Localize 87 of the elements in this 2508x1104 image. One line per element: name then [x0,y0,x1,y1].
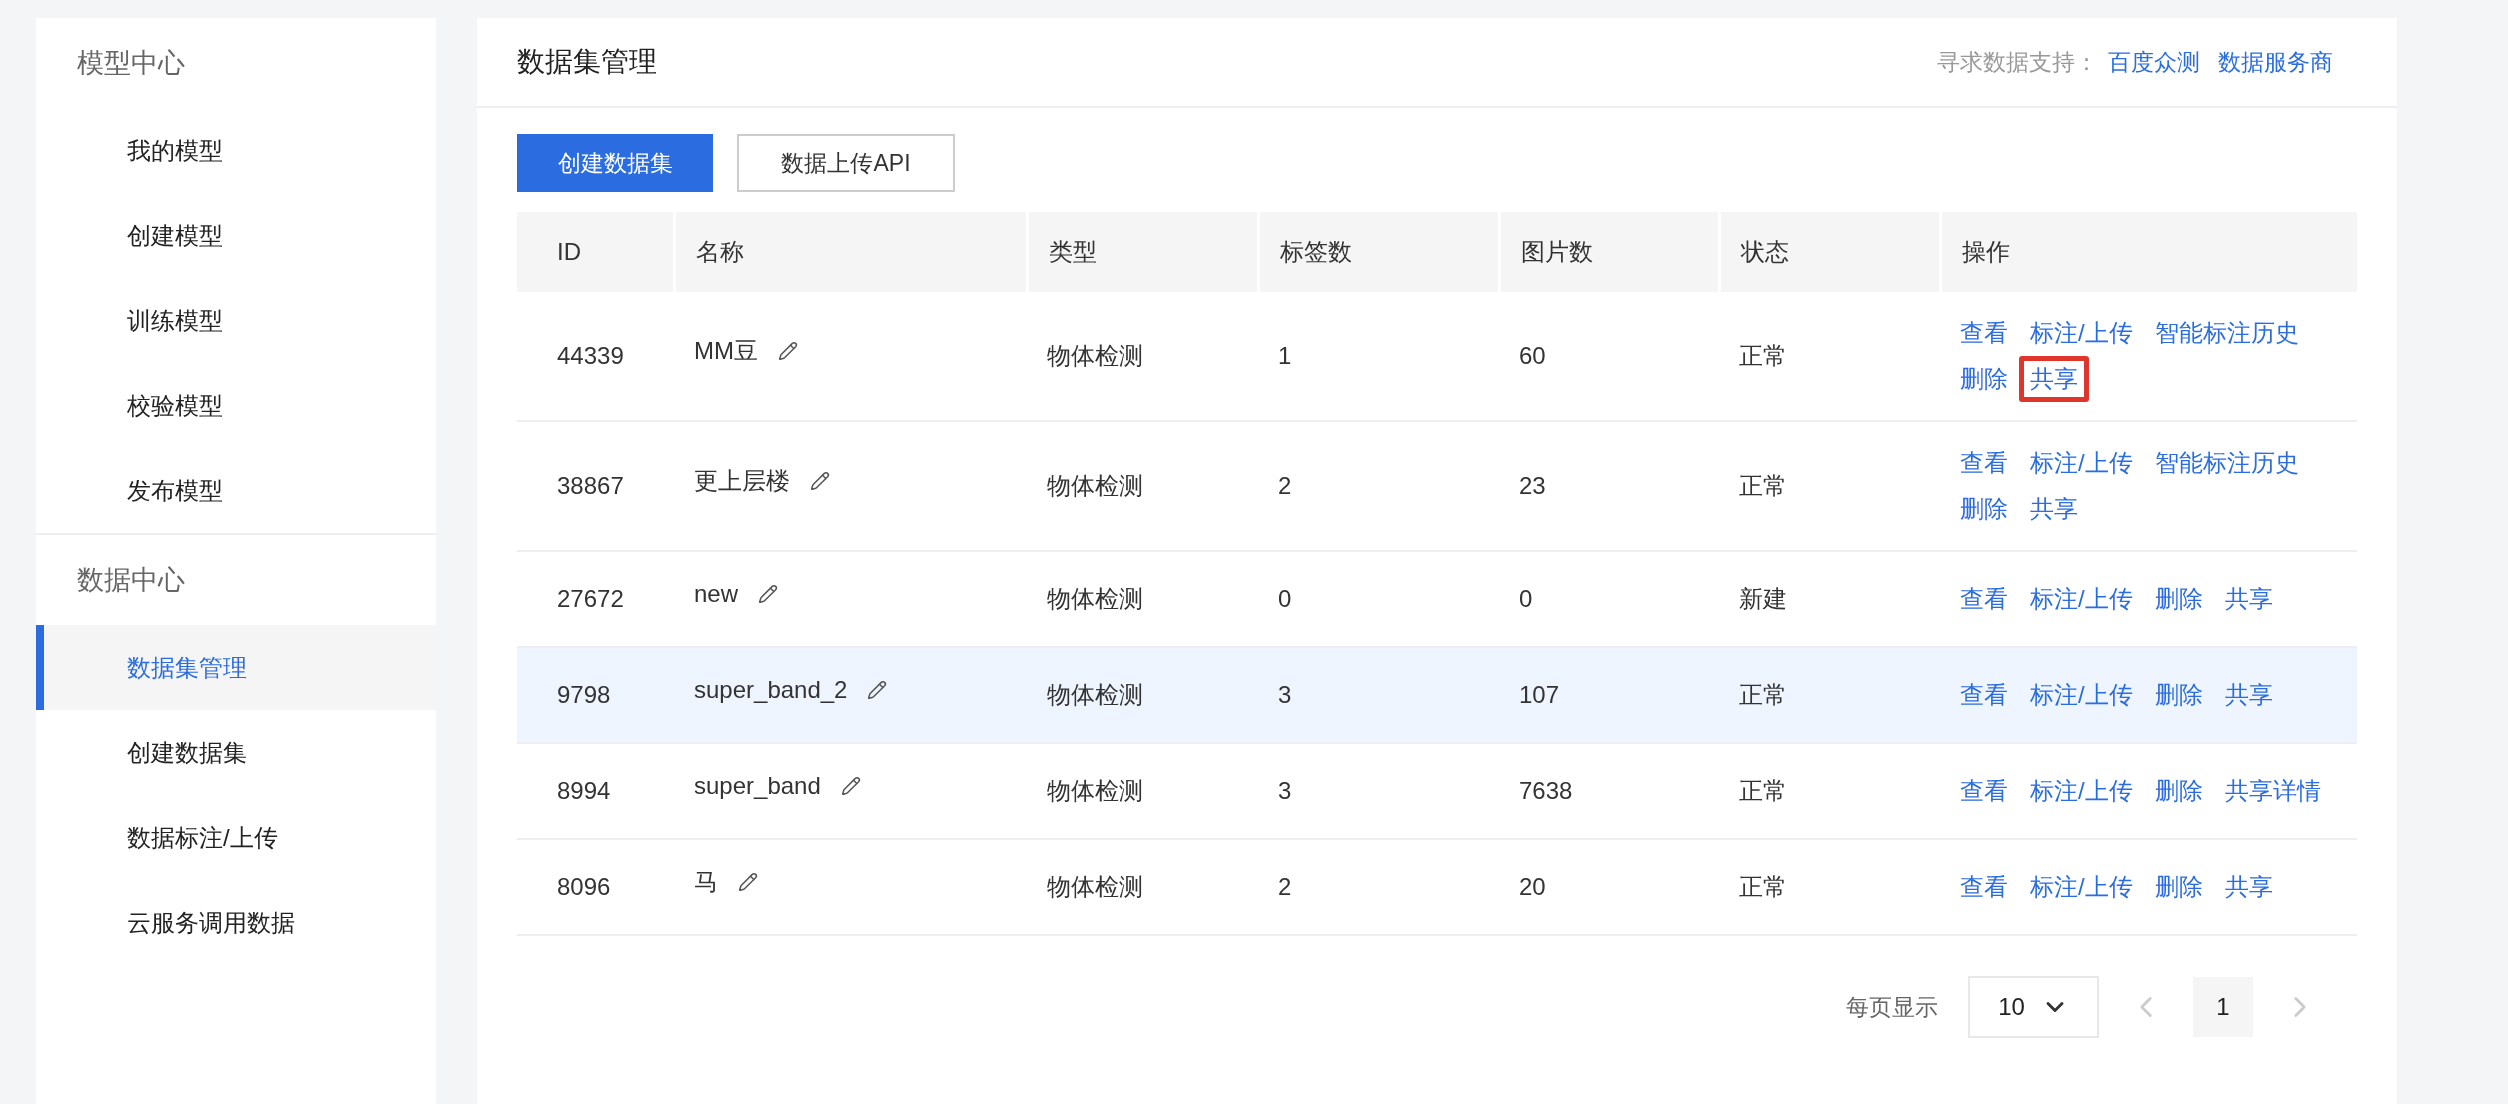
table-cell: 0 [1519,585,1533,612]
action-link[interactable]: 查看 [1955,768,2013,814]
table-cell: 20 [1519,873,1546,900]
action-link[interactable]: 标注/上传 [2025,310,2138,356]
action-link[interactable]: 智能标注历史 [2149,440,2304,486]
action-link[interactable]: 共享详情 [2219,768,2326,814]
action-link[interactable]: 标注/上传 [2025,440,2138,486]
table-cell-text: super_band_2 [694,675,848,705]
column-header: 标签数 [1258,212,1499,292]
action-link[interactable]: 标注/上传 [2025,576,2138,622]
table-cell: 9798 [557,681,611,708]
action-link[interactable]: 标注/上传 [2025,672,2138,718]
edit-icon[interactable] [738,872,758,892]
table-cell-text: 更上层楼 [694,466,790,496]
column-header: ID [517,212,674,292]
column-header: 类型 [1027,212,1258,292]
action-link[interactable]: 删除 [1955,486,2013,532]
table-cell: 0 [1278,585,1292,612]
action-link[interactable]: 删除 [1955,356,2013,402]
table-cell-text: MM豆 [694,336,758,366]
action-link[interactable]: 查看 [1955,440,2013,486]
page-button[interactable]: 1 [2193,977,2253,1037]
table-cell: 物体检测 [1047,873,1143,900]
action-link[interactable]: 删除 [2149,576,2208,622]
sidebar-item[interactable]: 数据集管理 [36,625,436,710]
page-size-label: 每页显示 [1846,992,1938,1022]
edit-icon[interactable] [840,776,861,796]
action-link[interactable]: 标注/上传 [2025,768,2138,814]
edit-icon[interactable] [810,471,830,491]
table-cell: 44339 [557,342,624,369]
table-cell: 物体检测 [1047,777,1143,804]
action-link[interactable]: 删除 [2149,864,2208,910]
support-link[interactable]: 数据服务商 [2218,46,2333,78]
table-cell: 3 [1278,777,1292,804]
edit-icon[interactable] [778,341,798,361]
table-cell: 8994 [557,777,611,804]
support-link[interactable]: 百度众测 [2108,46,2200,78]
table-cell: 正常 [1739,681,1787,708]
action-link[interactable]: 删除 [2149,672,2208,718]
table-cell: 正常 [1739,472,1787,499]
action-link[interactable]: 查看 [1955,576,2013,622]
action-link[interactable]: 智能标注历史 [2149,310,2304,356]
edit-icon[interactable] [867,680,888,700]
action-link[interactable]: 删除 [2149,768,2208,814]
column-header: 图片数 [1499,212,1719,292]
table-cell-text: super_band [694,771,821,801]
table-cell: 2 [1278,873,1292,900]
action-link[interactable]: 查看 [1955,864,2013,910]
column-header: 状态 [1719,212,1940,292]
action-link[interactable]: 共享 [2219,864,2278,910]
page-size-select[interactable]: 10 [1968,976,2099,1038]
column-header: 操作 [1940,212,2357,292]
table-cell: 1 [1278,342,1292,369]
table-cell: 新建 [1739,585,1787,612]
table-cell: 7638 [1519,777,1573,804]
table-cell: 正常 [1739,873,1787,900]
table-cell: 23 [1519,472,1546,499]
table-cell: 物体检测 [1047,585,1143,612]
table-cell: 物体检测 [1047,342,1143,369]
table-cell: 8096 [557,873,611,900]
table-cell: 2 [1278,472,1292,499]
action-link[interactable]: 共享 [2019,356,2089,402]
table-cell: 正常 [1739,342,1787,369]
table-cell: 60 [1519,342,1546,369]
edit-icon[interactable] [758,584,779,604]
table-cell: 3 [1278,681,1292,708]
action-link[interactable]: 标注/上传 [2025,864,2138,910]
section-title: 模型中心 [76,47,186,80]
action-link[interactable]: 查看 [1955,310,2013,356]
action-link[interactable]: 共享 [2219,672,2278,718]
table-cell: 物体检测 [1047,681,1143,708]
table-cell-text: 马 [694,867,718,897]
table-cell: 物体检测 [1047,472,1143,499]
action-link[interactable]: 共享 [2219,576,2278,622]
action-link[interactable]: 查看 [1955,672,2013,718]
table-cell: 27672 [557,585,624,612]
table-cell-text: new [694,579,739,609]
action-link[interactable]: 共享 [2025,486,2083,532]
create-button[interactable]: 创建数据集 [517,134,713,192]
table-cell: 107 [1519,681,1560,708]
table-cell: 38867 [557,472,624,499]
action-button[interactable]: 数据上传API [737,134,955,192]
column-header: 名称 [674,212,1027,292]
page-title: 数据集管理 [517,45,657,79]
table-cell: 正常 [1739,777,1787,804]
section-title: 数据中心 [76,564,186,597]
support-label: 寻求数据支持： [1937,47,2098,77]
